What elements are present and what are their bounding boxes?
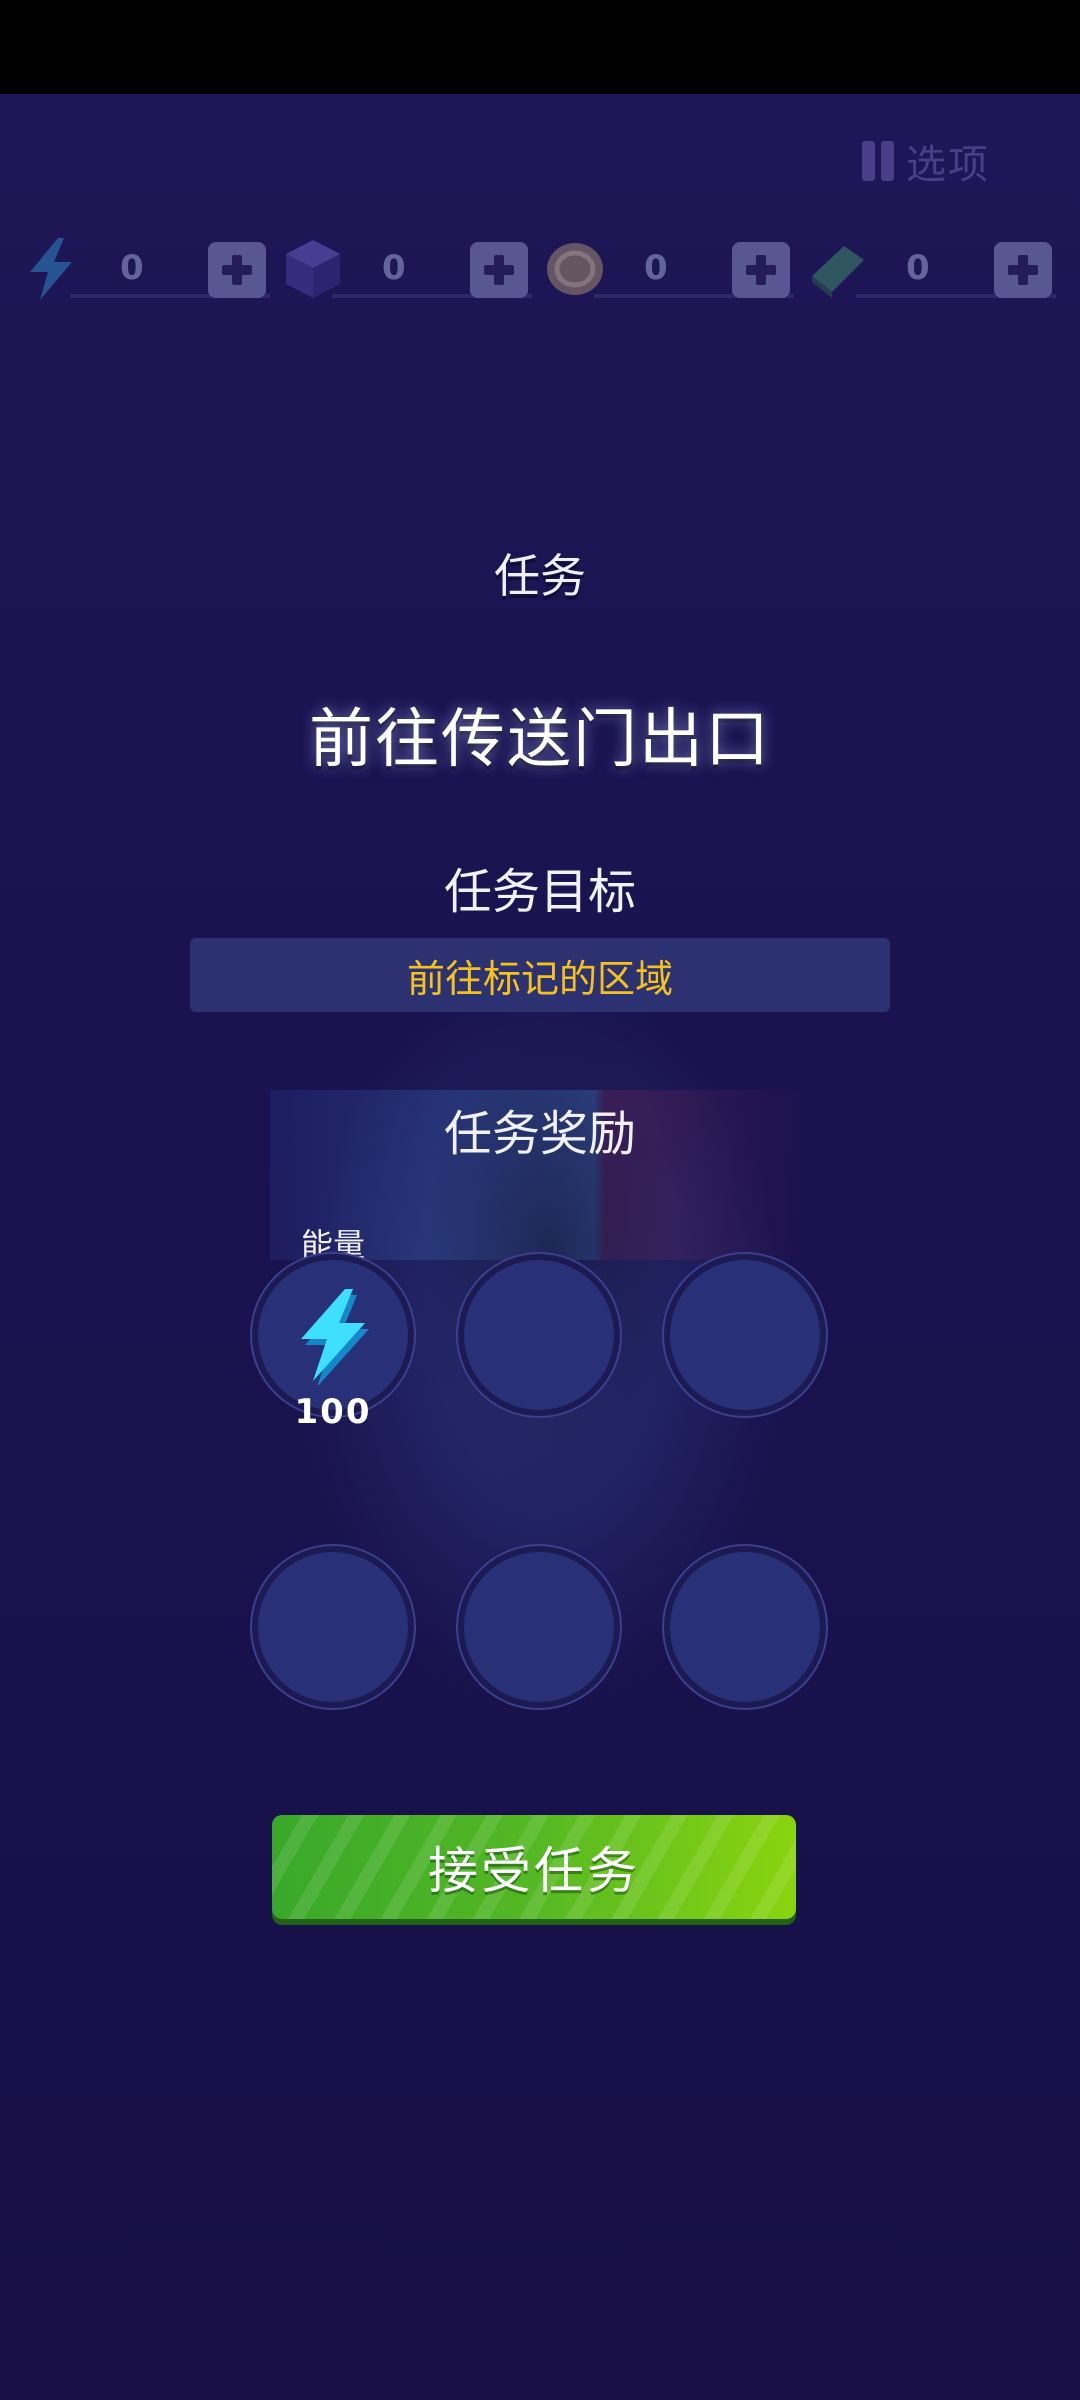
ticket-icon	[812, 246, 864, 298]
mission-heading: 任务	[494, 549, 586, 603]
reward-slot-2[interactable]	[464, 1260, 614, 1410]
reward-slot-3[interactable]	[670, 1260, 820, 1410]
currency-cube: 0	[272, 230, 534, 310]
coin-icon	[547, 243, 603, 295]
currency-value: 0	[120, 248, 144, 288]
currency-bar: 0 0 0 0	[10, 230, 1060, 310]
accept-mission-button[interactable]: 接受任务	[272, 1815, 796, 1919]
reward-slot-1[interactable]	[258, 1260, 408, 1410]
add-coin-button[interactable]	[732, 242, 790, 298]
status-bar	[0, 0, 1080, 94]
energy-bolt-icon	[30, 238, 72, 300]
accept-mission-label: 接受任务	[428, 1842, 640, 1900]
add-cube-button[interactable]	[470, 242, 528, 298]
reward-slot-6[interactable]	[670, 1552, 820, 1702]
mission-goal-heading: 任务目标	[443, 864, 636, 920]
options-label: 选项	[906, 142, 990, 188]
currency-value: 0	[382, 248, 406, 288]
currency-energy: 0	[10, 230, 272, 310]
reward-amount: 100	[294, 1392, 372, 1432]
reward-slot-4[interactable]	[258, 1552, 408, 1702]
mission-goal-box: 前往标记的区域	[190, 938, 890, 1012]
cube-icon	[286, 240, 340, 298]
reward-slot-5[interactable]	[464, 1552, 614, 1702]
add-ticket-button[interactable]	[994, 242, 1052, 298]
mission-title: 前往传送门出口	[309, 703, 771, 777]
currency-coin: 0	[534, 230, 796, 310]
add-energy-button[interactable]	[208, 242, 266, 298]
currency-ticket: 0	[796, 230, 1058, 310]
pause-icon	[862, 141, 896, 181]
energy-bolt-icon	[301, 1289, 369, 1385]
currency-value: 0	[644, 248, 668, 288]
mission-reward-heading: 任务奖励	[443, 1106, 636, 1162]
options-button[interactable]: 选项	[862, 132, 990, 190]
currency-value: 0	[906, 248, 930, 288]
mission-goal-text: 前往标记的区域	[406, 956, 673, 1001]
